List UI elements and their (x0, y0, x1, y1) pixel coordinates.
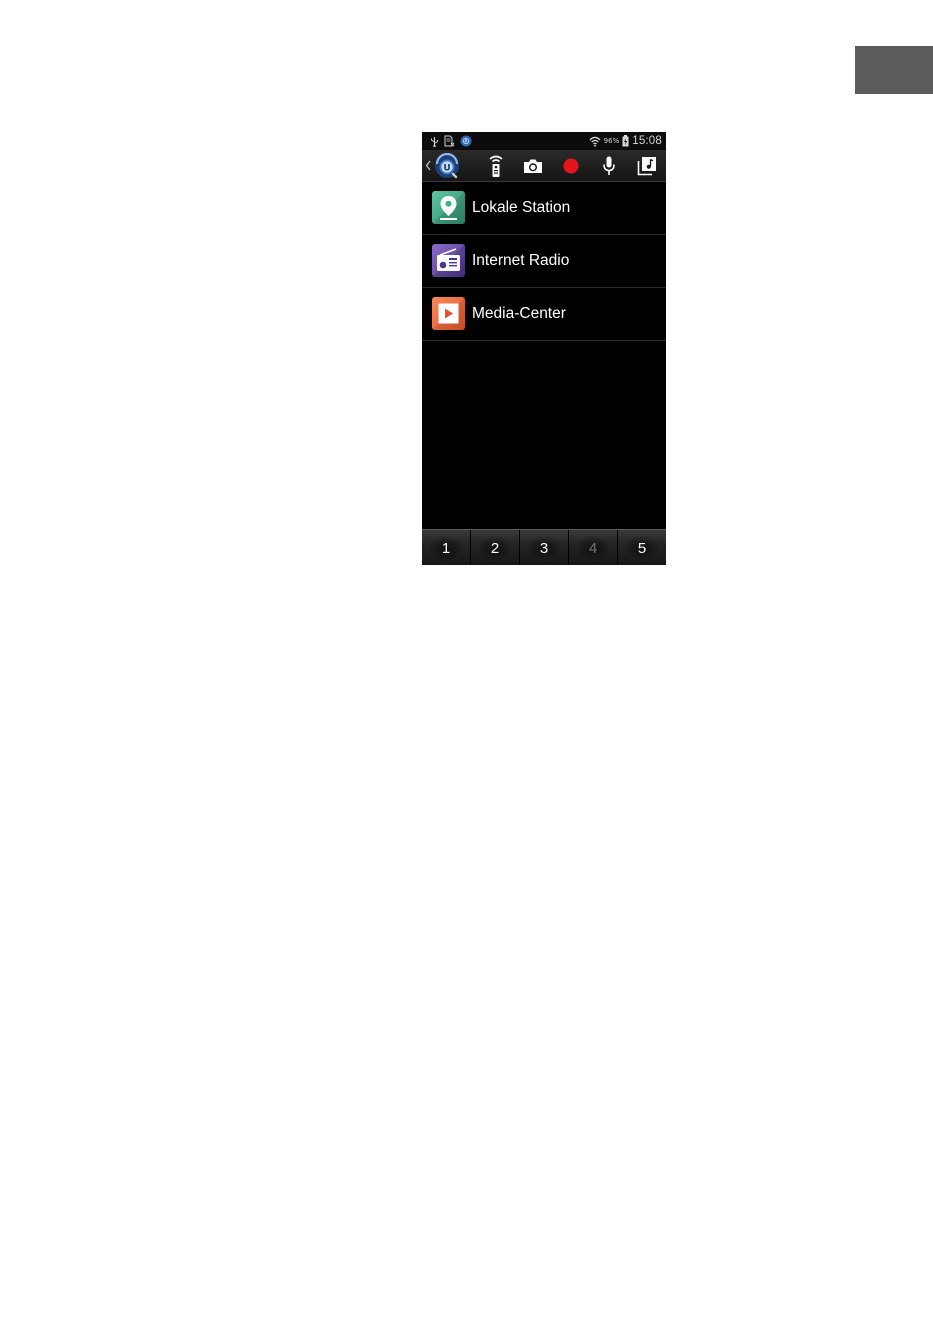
page-number: 2 (490, 539, 500, 557)
menu-item-internet-radio[interactable]: Internet Radio (422, 235, 666, 288)
radio-icon (432, 244, 465, 277)
menu-item-media-center[interactable]: Media-Center (422, 288, 666, 341)
record-icon (563, 158, 579, 173)
clock: 15:08 (632, 135, 662, 147)
app-logo-button[interactable]: U (432, 152, 462, 179)
page-number: 3 (539, 539, 549, 557)
source-menu: Lokale Station Internet Radio Media-Cent… (422, 182, 666, 341)
page-button-2[interactable]: 2 (470, 530, 519, 565)
menu-item-label: Lokale Station (472, 199, 571, 216)
battery-percent: 96% (603, 137, 620, 145)
page-language-tab (855, 46, 933, 94)
page-number: 1 (441, 539, 451, 557)
remote-control-button[interactable] (482, 152, 510, 179)
svg-text:U: U (464, 139, 468, 145)
page-button-1[interactable]: 1 (422, 530, 470, 565)
app-toolbar: U (422, 150, 666, 182)
back-icon (425, 160, 431, 171)
microphone-icon (603, 156, 615, 175)
record-button[interactable] (557, 152, 585, 179)
back-button[interactable] (423, 152, 432, 179)
remote-control-icon (489, 155, 503, 177)
menu-item-label: Internet Radio (472, 252, 570, 269)
menu-item-lokale-station[interactable]: Lokale Station (422, 182, 666, 235)
page-number: 5 (637, 539, 647, 557)
music-library-icon (637, 156, 656, 175)
app-logo-icon: U (435, 152, 459, 178)
menu-item-label: Media-Center (472, 305, 566, 322)
app-notification-icon: U (460, 135, 472, 147)
page-number: 4 (588, 539, 598, 557)
sd-card-icon (444, 135, 455, 147)
status-bar: U 96% 15:08 (422, 132, 666, 150)
play-icon (432, 297, 465, 330)
battery-charging-icon (622, 135, 629, 147)
page-button-3[interactable]: 3 (519, 530, 568, 565)
page-button-5[interactable]: 5 (617, 530, 666, 565)
location-pin-icon (432, 191, 465, 224)
camera-icon (524, 159, 542, 173)
svg-text:U: U (443, 163, 450, 173)
wifi-icon (589, 136, 601, 147)
usb-icon (431, 136, 438, 147)
page-selector: 1 2 3 4 5 (422, 529, 666, 565)
microphone-button[interactable] (595, 152, 623, 179)
camera-button[interactable] (519, 152, 547, 179)
music-library-button[interactable] (633, 152, 661, 179)
page-button-4[interactable]: 4 (568, 530, 617, 565)
phone-screen: U 96% 15:08 U Lokale Station Internet Ra… (422, 132, 666, 565)
